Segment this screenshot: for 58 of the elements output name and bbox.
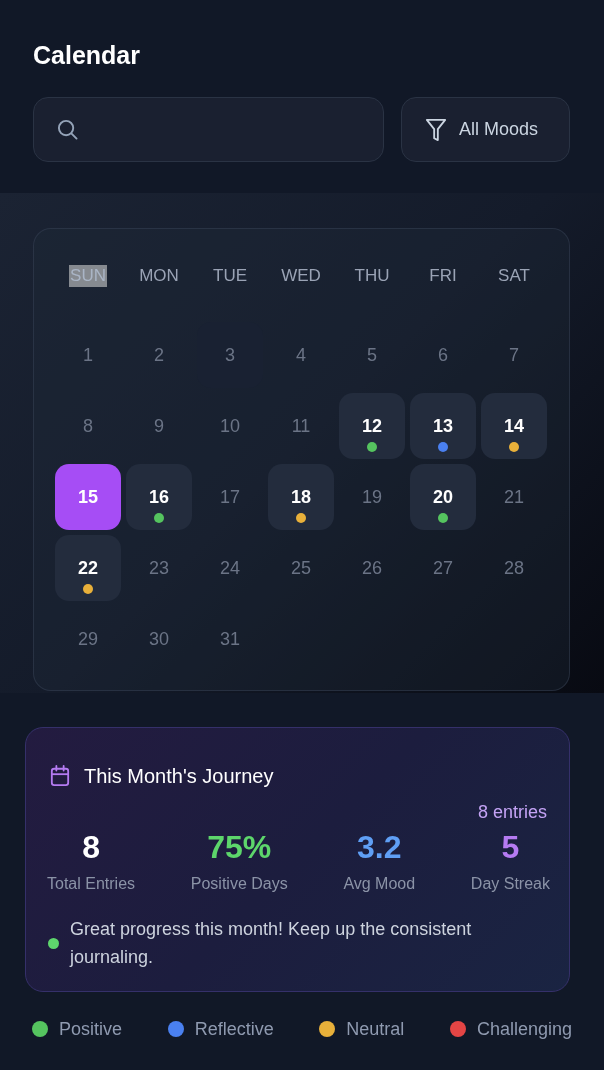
calendar-day[interactable]: 20 <box>410 464 476 530</box>
calendar-icon <box>50 765 70 787</box>
calendar-day[interactable]: 27 <box>433 557 453 579</box>
calendar-day[interactable]: 2 <box>154 344 164 366</box>
calendar-day[interactable]: 13 <box>410 393 476 459</box>
weekday-label: WED <box>280 265 322 287</box>
calendar-day[interactable]: 22 <box>55 535 121 601</box>
stat-label: Avg Mood <box>343 874 416 894</box>
calendar-day[interactable]: 5 <box>367 344 377 366</box>
legend-label: Positive <box>59 1018 123 1040</box>
calendar-day[interactable]: 24 <box>220 557 240 579</box>
calendar-day[interactable]: 29 <box>78 628 98 650</box>
calendar-day[interactable]: 9 <box>154 415 164 437</box>
journey-title: This Month's Journey <box>84 764 274 788</box>
stat-value: 75% <box>207 828 272 866</box>
calendar-day[interactable]: 11 <box>291 415 311 437</box>
stat-value: 3.2 <box>357 828 402 866</box>
legend-label: Reflective <box>194 1018 274 1040</box>
calendar-day[interactable]: 6 <box>438 344 448 366</box>
search-field[interactable] <box>33 97 384 162</box>
legend-label: Neutral <box>346 1018 405 1040</box>
page-title: Calendar <box>33 40 140 71</box>
filter-button[interactable]: All Moods <box>401 97 570 162</box>
filter-icon <box>425 117 447 142</box>
status-dot-icon <box>48 937 59 949</box>
calendar-day[interactable]: 23 <box>149 557 169 579</box>
calendar-day[interactable]: 26 <box>362 557 382 579</box>
legend-label: Challenging <box>476 1018 572 1040</box>
calendar-day[interactable]: 18 <box>268 464 334 530</box>
calendar-day[interactable]: 12 <box>339 393 405 459</box>
calendar-day[interactable]: 25 <box>291 557 311 579</box>
calendar-day[interactable]: 10 <box>220 415 240 437</box>
calendar-day[interactable]: 4 <box>296 344 306 366</box>
entries-count: 8 entries <box>477 801 547 823</box>
calendar-day[interactable]: 7 <box>509 344 519 366</box>
search-icon <box>57 119 78 140</box>
stat-label: Total Entries <box>47 874 136 894</box>
weekday-label: MON <box>138 265 180 287</box>
calendar-day[interactable]: 31 <box>220 628 240 650</box>
progress-message: Great progress this month! Keep up the consistent journaling. <box>70 918 473 969</box>
calendar-day[interactable]: 15 <box>55 464 121 530</box>
stat-value: 5 <box>501 828 520 866</box>
calendar-day[interactable]: 8 <box>83 415 93 437</box>
calendar-day[interactable]: 30 <box>149 628 169 650</box>
weekday-label: TUE <box>212 265 248 287</box>
calendar-day[interactable]: 16 <box>126 464 192 530</box>
weekday-label: SAT <box>497 265 531 287</box>
calendar-day[interactable]: 17 <box>220 486 240 508</box>
stat-label: Positive Days <box>190 874 288 894</box>
stat-label: Day Streak <box>470 874 550 894</box>
weekday-label: THU <box>353 265 391 287</box>
stat-value: 8 <box>82 828 100 866</box>
calendar-day[interactable]: 14 <box>481 393 547 459</box>
calendar-day[interactable]: 19 <box>362 486 382 508</box>
calendar-day[interactable]: 28 <box>504 557 524 579</box>
weekday-label: FRI <box>428 265 458 287</box>
calendar-day[interactable]: 1 <box>83 344 93 366</box>
calendar-day[interactable]: 21 <box>504 486 524 508</box>
